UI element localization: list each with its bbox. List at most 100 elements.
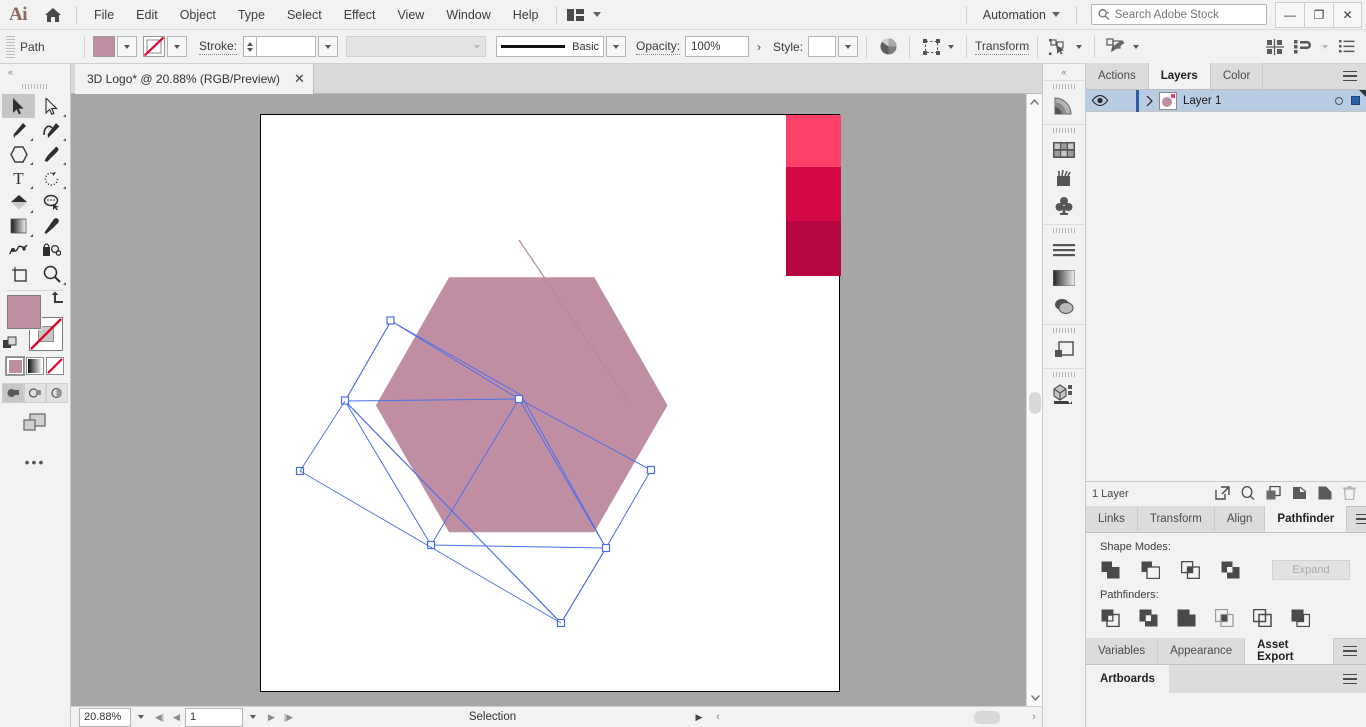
transparency-panel-icon[interactable]: [1043, 292, 1085, 320]
restore-button[interactable]: ❐: [1304, 1, 1333, 28]
hscroll-left-arrow[interactable]: ‹: [710, 711, 726, 723]
type-tool[interactable]: T: [2, 166, 35, 190]
zoom-dropdown[interactable]: [131, 708, 151, 727]
tab-variables[interactable]: Variables: [1086, 638, 1159, 664]
fill-color-control[interactable]: [93, 36, 137, 57]
shape-tool[interactable]: [2, 142, 35, 166]
tab-links[interactable]: Links: [1086, 506, 1138, 532]
panel-menu-icon[interactable]: [1334, 63, 1366, 89]
divide-button[interactable]: [1100, 608, 1120, 628]
fill-dropdown-arrow[interactable]: [117, 36, 137, 57]
new-layer-icon[interactable]: [1318, 486, 1332, 503]
menu-window[interactable]: Window: [435, 3, 501, 27]
eraser-tool[interactable]: [2, 190, 35, 214]
collapse-dock-icon[interactable]: «: [1043, 64, 1085, 80]
scroll-up-arrow[interactable]: [1027, 94, 1042, 110]
symbol-sprayer-tool[interactable]: [35, 238, 68, 262]
artboard-dropdown[interactable]: [243, 708, 263, 727]
layer-row[interactable]: Layer 1: [1086, 89, 1366, 112]
swatch-pink[interactable]: [786, 115, 841, 167]
canvas-area[interactable]: [71, 94, 1042, 706]
home-icon[interactable]: [36, 0, 70, 30]
hscroll-right-arrow[interactable]: ›: [1026, 711, 1042, 723]
menu-help[interactable]: Help: [502, 3, 550, 27]
zoom-level-input[interactable]: 20.88%: [79, 707, 131, 727]
swatches-panel-icon[interactable]: [1043, 136, 1085, 164]
exclude-button[interactable]: [1220, 560, 1240, 580]
arrange-dropdown[interactable]: [1318, 35, 1332, 59]
tab-transform[interactable]: Transform: [1137, 506, 1215, 532]
select-similar-dropdown[interactable]: [1072, 35, 1086, 59]
paintbrush-tool[interactable]: [35, 142, 68, 166]
control-bar-grip[interactable]: [6, 35, 15, 58]
blend-tool[interactable]: [2, 238, 35, 262]
make-clipping-mask-icon[interactable]: [1292, 486, 1307, 503]
stroke-weight-dropdown[interactable]: [318, 36, 339, 57]
brush-definition-preview[interactable]: Basic: [496, 36, 605, 57]
dock-grip[interactable]: [1043, 225, 1085, 236]
selection-tool[interactable]: [2, 94, 35, 118]
workspace-switcher[interactable]: Automation: [973, 8, 1070, 22]
previous-artboard-icon[interactable]: ◀: [168, 708, 185, 727]
swatch-dark-red[interactable]: [786, 221, 841, 276]
rotate-tool[interactable]: [35, 166, 68, 190]
none-mode[interactable]: [46, 357, 64, 375]
arrange-documents-icon[interactable]: [563, 8, 605, 21]
dock-grip[interactable]: [1043, 81, 1085, 92]
fill-color-mode[interactable]: [5, 356, 25, 376]
menu-edit[interactable]: Edit: [125, 3, 169, 27]
stroke-weight-label[interactable]: Stroke:: [199, 39, 238, 55]
document-setup-icon[interactable]: [1334, 35, 1360, 59]
style-dropdown[interactable]: [838, 36, 859, 57]
search-adobe-stock-box[interactable]: [1091, 4, 1267, 25]
eyedropper-tool[interactable]: [35, 214, 68, 238]
horizontal-scroll-thumb[interactable]: [974, 710, 1000, 724]
layer-name[interactable]: Layer 1: [1183, 95, 1221, 107]
locate-object-icon[interactable]: [1215, 485, 1230, 503]
status-menu-icon[interactable]: ▶: [688, 708, 710, 727]
crop-button[interactable]: [1214, 608, 1234, 628]
opacity-flyout-icon[interactable]: ›: [749, 40, 769, 54]
stroke-weight-stepper[interactable]: [243, 36, 257, 57]
direct-selection-tool[interactable]: [35, 94, 68, 118]
lasso-tool[interactable]: [35, 190, 68, 214]
document-tab[interactable]: 3D Logo* @ 20.88% (RGB/Preview) ✕: [75, 64, 314, 94]
fill-color-swatch[interactable]: [6, 294, 42, 330]
align-dropdown[interactable]: [944, 35, 958, 59]
menu-type[interactable]: Type: [227, 3, 276, 27]
last-artboard-icon[interactable]: |▶: [280, 708, 297, 727]
panel-menu-icon[interactable]: [1334, 673, 1366, 685]
stroke-weight-input[interactable]: [256, 36, 317, 57]
outline-button[interactable]: [1252, 608, 1272, 628]
canvas-vertical-scrollbar[interactable]: [1026, 94, 1042, 706]
draw-inside[interactable]: [46, 383, 68, 403]
brushes-panel-icon[interactable]: [1043, 164, 1085, 192]
tab-actions[interactable]: Actions: [1086, 63, 1149, 89]
shape-builder-dropdown[interactable]: [1129, 35, 1143, 59]
dock-grip[interactable]: [1043, 325, 1085, 336]
tab-asset-export[interactable]: Asset Export: [1245, 638, 1334, 664]
fill-swatch[interactable]: [93, 36, 115, 57]
menu-view[interactable]: View: [386, 3, 435, 27]
close-tab-icon[interactable]: ✕: [294, 71, 305, 87]
opacity-label[interactable]: Opacity:: [636, 39, 681, 55]
tools-grip[interactable]: [0, 80, 70, 92]
minimize-button[interactable]: —: [1275, 1, 1304, 28]
selected-art-square-icon[interactable]: [1351, 96, 1360, 105]
stroke-swatch-none[interactable]: [143, 36, 165, 57]
arrange-objects-icon[interactable]: [1290, 35, 1316, 59]
horizontal-scrollbar[interactable]: [726, 707, 1026, 727]
stroke-dropdown-arrow[interactable]: [167, 36, 187, 57]
intersect-button[interactable]: [1180, 560, 1200, 580]
artboard-tool[interactable]: [2, 262, 35, 286]
merge-button[interactable]: [1176, 608, 1196, 628]
minus-back-button[interactable]: [1290, 608, 1310, 628]
draw-behind[interactable]: [24, 383, 46, 403]
stroke-panel-icon[interactable]: [1043, 236, 1085, 264]
gradient-panel-icon[interactable]: [1043, 92, 1085, 120]
scroll-down-arrow[interactable]: [1027, 690, 1043, 706]
delete-layer-icon[interactable]: [1343, 485, 1356, 503]
next-artboard-icon[interactable]: ▶: [263, 708, 280, 727]
tab-appearance[interactable]: Appearance: [1158, 638, 1246, 664]
default-fill-stroke-icon[interactable]: [3, 336, 17, 353]
